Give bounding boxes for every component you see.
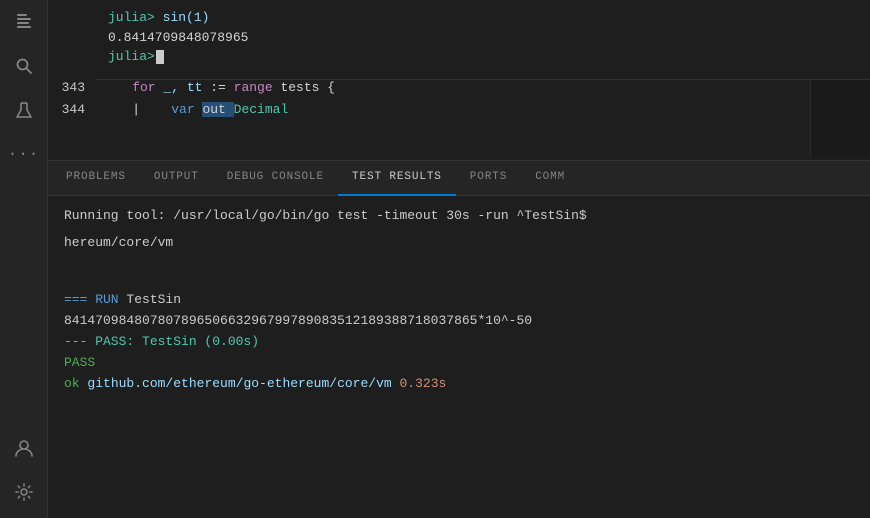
ok-timing: 0.323s [399, 376, 446, 391]
settings-icon[interactable] [10, 478, 38, 506]
line-numbers: 343 344 [48, 75, 93, 157]
run-command: Running tool: /usr/local/go/bin/go test … [64, 206, 854, 227]
panel-tabs: PROBLEMS OUTPUT DEBUG CONSOLE TEST RESUL… [48, 161, 870, 196]
explorer-icon[interactable] [10, 8, 38, 36]
panel-content[interactable]: Running tool: /usr/local/go/bin/go test … [48, 196, 870, 518]
minimap [810, 75, 870, 157]
code-line-344: | var out Decimal [101, 99, 802, 121]
ok-path: github.com/ethereum/go-ethereum/core/vm [87, 376, 391, 391]
run-test-name: TestSin [126, 292, 181, 307]
julia-line-3: julia> [108, 47, 858, 67]
editor-wrapper: 343 344 for _, tt := range tests { | var… [48, 75, 870, 157]
separator-1 [64, 262, 854, 283]
julia-prompt-2: julia> [108, 49, 155, 64]
pass-line: --- PASS: TestSin (0.00s) [64, 332, 854, 353]
julia-cursor [156, 50, 164, 64]
pass-text: PASS [64, 355, 95, 370]
code-line-343: for _, tt := range tests { [101, 77, 802, 99]
tab-output[interactable]: OUTPUT [140, 161, 213, 196]
julia-line-1: julia> sin(1) [108, 8, 858, 28]
julia-result: 0.8414709848078965 [108, 30, 248, 45]
tab-ports[interactable]: PORTS [456, 161, 521, 196]
julia-terminal[interactable]: julia> sin(1) 0.8414709848078965 julia> [96, 0, 870, 80]
panel: PROBLEMS OUTPUT DEBUG CONSOLE TEST RESUL… [48, 160, 870, 518]
julia-prompt-1: julia> [108, 10, 155, 25]
line-number-344: 344 [56, 99, 85, 121]
code-lines[interactable]: for _, tt := range tests { | var out Dec… [93, 75, 810, 157]
run-label: === RUN [64, 292, 119, 307]
more-icon[interactable]: ··· [10, 140, 38, 168]
run-path: hereum/core/vm [64, 233, 854, 254]
result-number: 8414709848078078965066329679978908351218… [64, 311, 854, 332]
tab-test-results[interactable]: TEST RESULTS [338, 161, 456, 196]
ok-line: ok github.com/ethereum/go-ethereum/core/… [64, 374, 854, 395]
tab-problems[interactable]: PROBLEMS [52, 161, 140, 196]
julia-line-2: 0.8414709848078965 [108, 28, 858, 48]
main-content: julia> sin(1) 0.8414709848078965 julia> … [48, 0, 870, 518]
editor-area: julia> sin(1) 0.8414709848078965 julia> … [48, 0, 870, 160]
julia-cmd-1: sin(1) [155, 10, 210, 25]
run-line: === RUN TestSin [64, 290, 854, 311]
flask-icon[interactable] [10, 96, 38, 124]
ok-label: ok [64, 376, 80, 391]
activity-bar: ··· [0, 0, 48, 518]
pass-label: --- PASS: TestSin (0.00s) [64, 334, 259, 349]
code-area: julia> sin(1) 0.8414709848078965 julia> … [48, 0, 870, 160]
run-cmd-text: Running tool: /usr/local/go/bin/go test … [64, 208, 587, 223]
line-number-343: 343 [56, 77, 85, 99]
account-icon[interactable] [10, 434, 38, 462]
pass-word: PASS [64, 353, 854, 374]
search-icon[interactable] [10, 52, 38, 80]
tab-comm[interactable]: COMM [521, 161, 579, 196]
tab-debug-console[interactable]: DEBUG CONSOLE [213, 161, 338, 196]
